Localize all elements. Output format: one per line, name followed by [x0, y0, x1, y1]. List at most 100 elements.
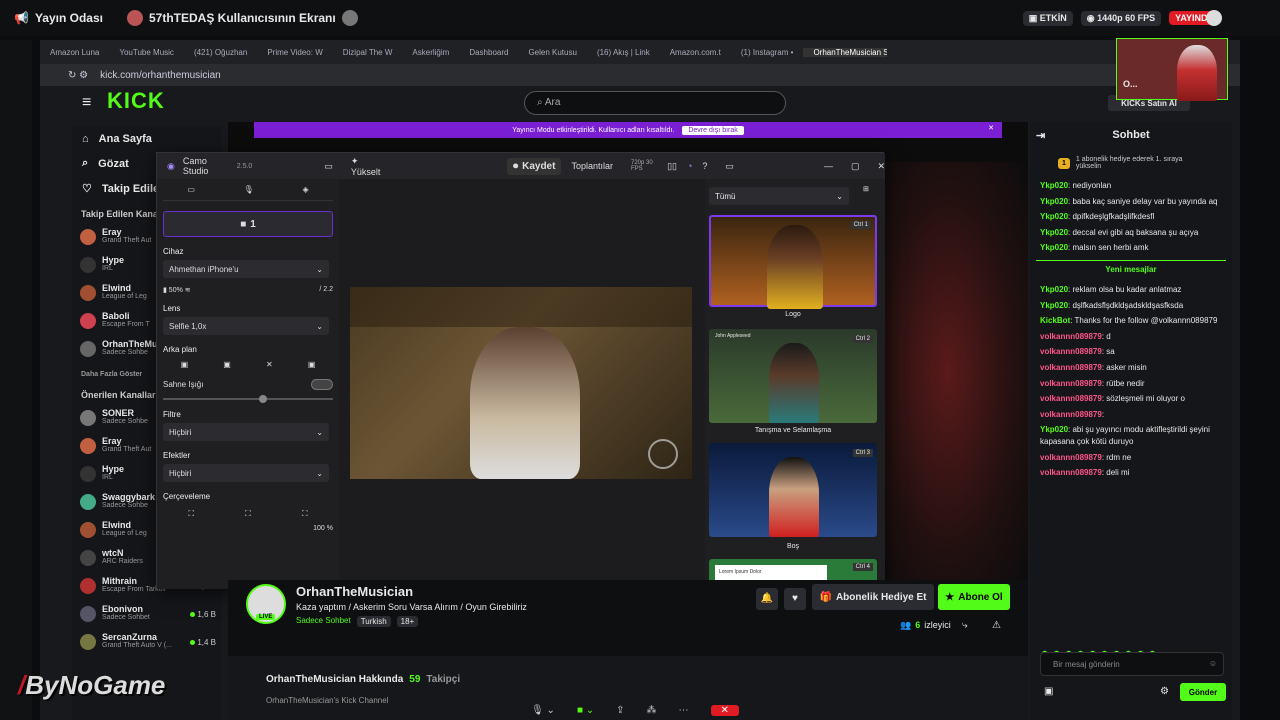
chat-username[interactable]: KickBot [1040, 316, 1070, 325]
report-icon[interactable]: ⚠ [992, 620, 1001, 631]
video-tab-icon[interactable]: ▭ [187, 185, 195, 194]
category-link[interactable]: Sadece Sohbet [296, 616, 351, 627]
address-bar[interactable]: ↻ ⚙ kick.com/orhanthemusician [40, 64, 1240, 86]
scene-card[interactable]: Ctrl 3 [709, 443, 877, 537]
browser-tab[interactable]: (16) Akış | Link [587, 48, 660, 57]
more-icon[interactable]: ⋯ [679, 705, 689, 716]
chat-input[interactable]: Bir mesaj gönderin ☺ [1040, 652, 1224, 676]
browser-tab[interactable]: Dashboard [459, 48, 518, 57]
sidebar-toggle-icon[interactable]: ▭ [324, 161, 333, 172]
bg-none-icon[interactable]: ▣ [181, 360, 189, 369]
slider-handle[interactable] [259, 395, 267, 403]
browser-tab[interactable]: OrhanTheMusician Stre [803, 47, 888, 57]
filter-select[interactable]: Hiçbiri ⌄ [163, 423, 329, 441]
frame-center-icon[interactable]: ⛶ [245, 509, 251, 519]
layers-tab-icon[interactable]: ◈ [302, 185, 308, 194]
scene-light-toggle[interactable] [311, 379, 333, 390]
scene-filter-select[interactable]: Tümü ⌄ [709, 187, 849, 205]
reload-icon[interactable]: ↻ ⚙ [68, 70, 88, 81]
chat-username[interactable]: volkannn089879 [1040, 379, 1102, 388]
chat-username[interactable]: volkannn089879 [1040, 347, 1102, 356]
resolution-badge[interactable]: 720p 30 FPS [631, 160, 653, 172]
gift-sub-button[interactable]: 🎁 Abonelik Hediye Et [812, 584, 934, 610]
browser-tab[interactable]: Amazon.com.t [660, 48, 731, 57]
pinned-gift-banner[interactable]: 1 1 abonelik hediye ederek 1. sıraya yüks… [1030, 148, 1232, 178]
light-slider[interactable] [163, 395, 333, 403]
channel-name[interactable]: OrhanTheMusician [296, 584, 413, 599]
record-button[interactable]: ⏺ Kaydet [507, 157, 562, 175]
close-icon[interactable]: ✕ [988, 124, 994, 132]
mic-icon[interactable]: 🎙 ⌄ [531, 705, 555, 716]
bell-icon[interactable]: 🔔 [756, 588, 778, 610]
scene-card[interactable]: John Appleseed Ctrl 2 [709, 329, 877, 423]
browser-tab[interactable]: Amazon Luna [40, 48, 109, 57]
bg-blur-icon[interactable]: ▣ [223, 360, 231, 369]
meetings-button[interactable]: Toplantılar [571, 161, 613, 171]
chat-username[interactable]: volkannn089879 [1040, 453, 1102, 462]
chat-username[interactable]: Ykp020 [1040, 285, 1068, 294]
chat-username[interactable]: volkannn089879 [1040, 363, 1102, 372]
grid-icon[interactable]: ⊞ [863, 185, 869, 193]
heart-icon[interactable]: ♥ [784, 588, 806, 610]
chat-username[interactable]: volkannn089879 [1040, 332, 1102, 341]
search-input[interactable]: ⌕ Ara [524, 91, 786, 115]
channel-item[interactable]: Ebonivon Sadece Sohbet 1,6 B [72, 600, 222, 628]
camera-icon[interactable]: ■ ⌄ [577, 705, 594, 716]
emoji-icon[interactable]: ☺ [1209, 659, 1217, 668]
end-call-icon[interactable]: ✕ [710, 704, 739, 716]
channel-item[interactable]: SercanZurna Grand Theft Auto V (... 1,4 B [72, 628, 222, 656]
chat-username[interactable]: volkannn089879 [1040, 410, 1102, 419]
bg-image-icon[interactable]: ▣ [308, 360, 316, 369]
subscribe-button[interactable]: ★ Abone Ol [938, 584, 1010, 610]
help-icon[interactable]: ? [702, 161, 707, 171]
close-icon[interactable]: ✕ [877, 161, 885, 172]
menu-icon[interactable]: ≡ [82, 94, 91, 112]
mic-tab-icon[interactable]: 🎙 [244, 185, 254, 194]
collapse-chat-icon[interactable]: ⇥ [1036, 129, 1045, 142]
browser-tab[interactable]: YouTube Music [109, 48, 184, 57]
effects-badge[interactable]: ▣ ETKİN [1022, 10, 1073, 26]
panel-icon[interactable]: ▭ [725, 161, 734, 172]
frame-face-icon[interactable]: ⛶ [302, 509, 308, 519]
chat-bubble-icon[interactable] [1206, 10, 1222, 26]
chat-username[interactable]: Ykp020 [1040, 425, 1068, 434]
nav-item[interactable]: ⌂ Ana Sayfa [72, 126, 222, 151]
browser-tab[interactable]: Dizipal The W [333, 48, 403, 57]
bg-remove-icon[interactable]: ✕ [266, 360, 273, 369]
browser-tab[interactable]: (421) Oğuzhan [184, 48, 257, 57]
effects-select[interactable]: Hiçbiri ⌄ [163, 464, 329, 482]
chat-username[interactable]: Ykp020 [1040, 243, 1068, 252]
tag[interactable]: 18+ [396, 616, 419, 627]
upgrade-button[interactable]: ✦ Yükselt [351, 156, 387, 177]
chat-username[interactable]: Ykp020 [1040, 197, 1068, 206]
gift-icon[interactable]: ▣ [1044, 686, 1053, 697]
maximize-icon[interactable]: ▢ [851, 161, 860, 172]
share-icon[interactable]: ⤷ [962, 620, 968, 631]
chat-username[interactable]: Ykp020 [1040, 228, 1068, 237]
activities-icon[interactable]: ⁂ [647, 705, 657, 716]
layout-icon[interactable]: ▯▯ [667, 161, 677, 172]
browser-tab[interactable]: Prime Video: W [257, 48, 332, 57]
screen-share-icon[interactable]: ⇪ [616, 705, 624, 716]
gear-icon[interactable]: ⚙ [1160, 686, 1169, 697]
broadcast-room[interactable]: 📢 Yayın Odası [14, 11, 103, 25]
chat-username[interactable]: Ykp020 [1040, 212, 1068, 221]
scene-card[interactable]: Ctrl 1 [709, 215, 877, 309]
device-select[interactable]: Ahmethan iPhone'u ⌄ [163, 260, 329, 278]
browser-tab[interactable]: Gelen Kutusu [518, 48, 586, 57]
disable-streamer-mode-button[interactable]: Devre dışı bırak [682, 125, 744, 135]
frame-auto-icon[interactable]: ⛶ [189, 509, 195, 519]
chat-username[interactable]: Ykp020 [1040, 301, 1068, 310]
camera-source-button[interactable]: ■ 1 [163, 211, 333, 237]
chat-username[interactable]: Ykp020 [1040, 181, 1068, 190]
chat-username[interactable]: volkannn089879 [1040, 468, 1102, 477]
chat-username[interactable]: volkannn089879 [1040, 394, 1102, 403]
minimize-icon[interactable]: — [824, 161, 833, 171]
lens-select[interactable]: Selfie 1,0x ⌄ [163, 317, 329, 335]
send-button[interactable]: Gönder [1180, 683, 1226, 701]
browser-tab[interactable]: Askerliğim [402, 48, 459, 57]
camo-app-icon[interactable]: ◔ [687, 161, 692, 171]
browser-tab[interactable]: (1) Instagram • [731, 48, 804, 57]
kick-logo[interactable]: KICK [107, 88, 165, 114]
tag[interactable]: Turkish [356, 616, 391, 627]
